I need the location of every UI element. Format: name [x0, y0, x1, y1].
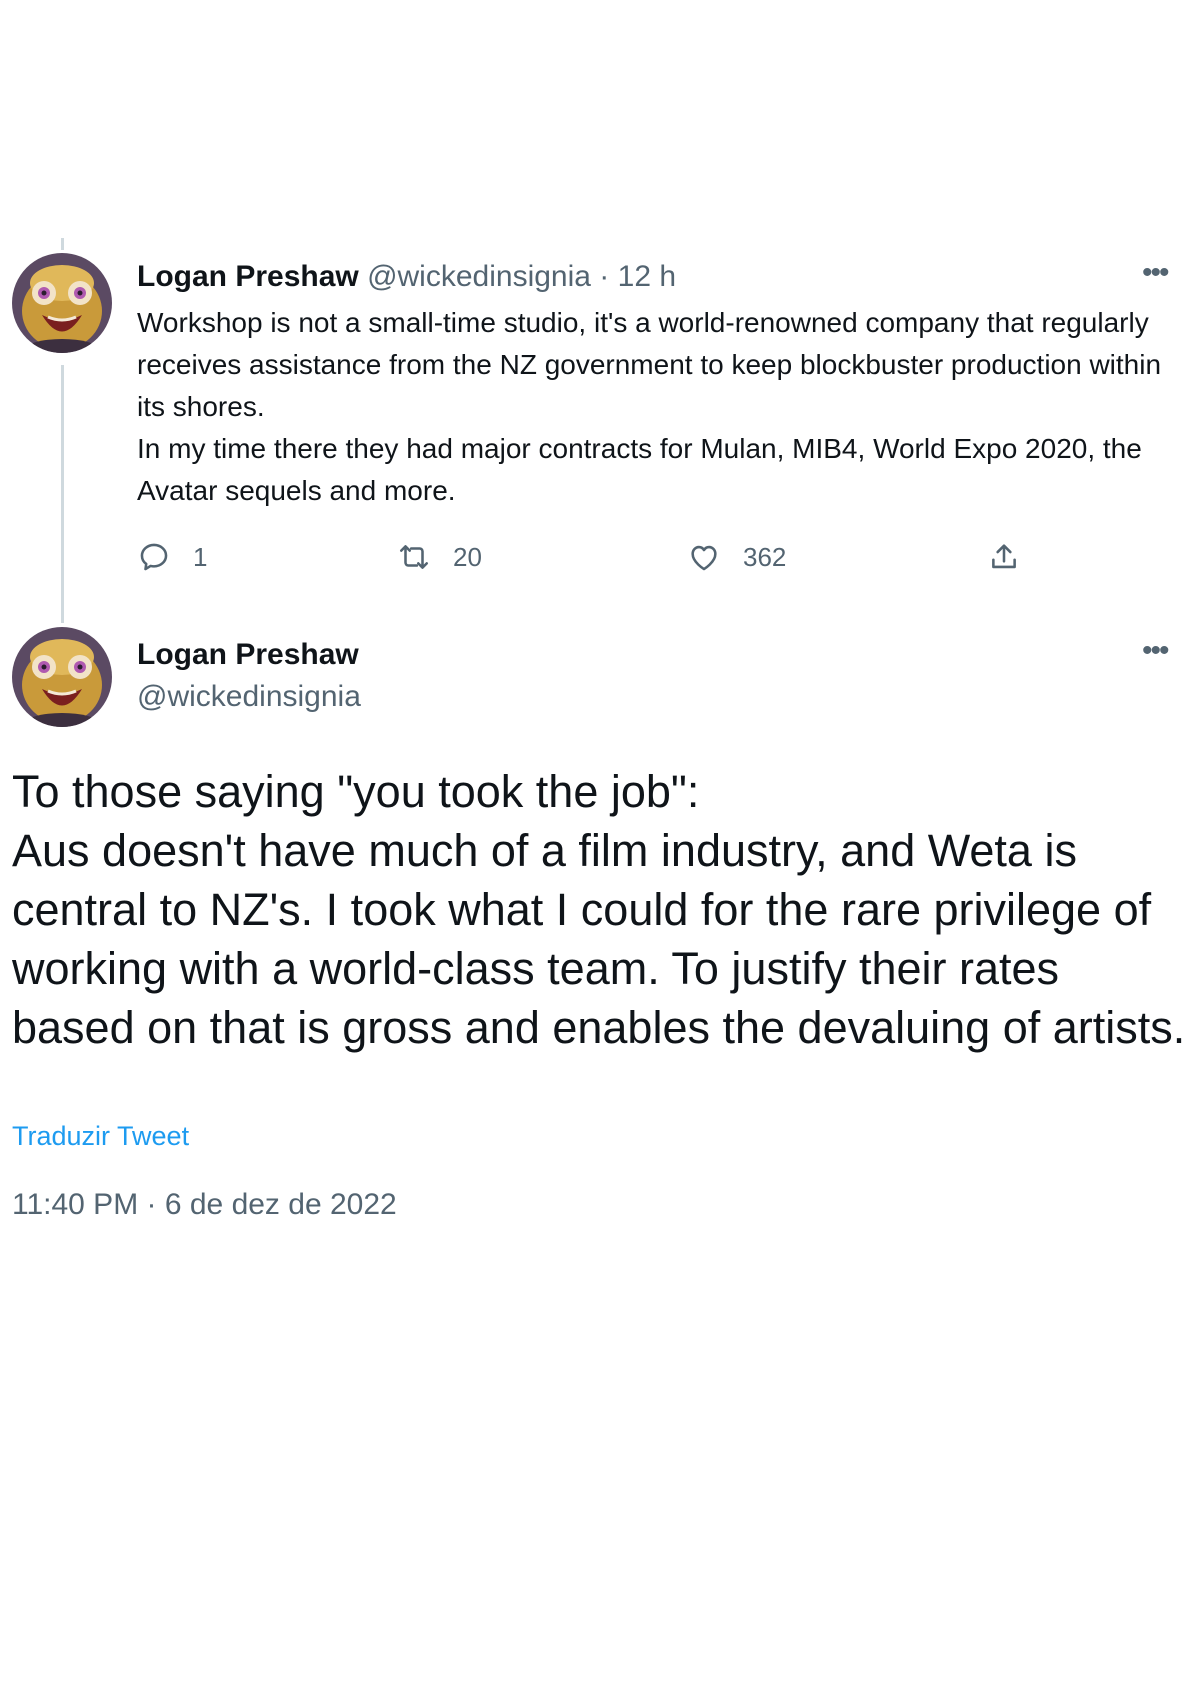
main-tweet-text: To those saying "you took the job": Aus …: [12, 762, 1192, 1057]
like-count: 362: [743, 541, 787, 572]
share-icon: [992, 544, 1016, 569]
like-button[interactable]: 362: [687, 540, 786, 574]
share-button[interactable]: [987, 540, 1021, 574]
reply-button[interactable]: 1: [137, 540, 207, 574]
separator: ·: [599, 260, 610, 293]
retweet-button[interactable]: 20: [397, 540, 482, 574]
time-ago[interactable]: 12 h: [618, 260, 676, 293]
reply-text-line: Workshop is not a small-time studio, it'…: [137, 307, 1162, 422]
thread-line: [61, 365, 64, 623]
author-name[interactable]: Logan Preshaw: [137, 260, 359, 293]
more-horizontal-icon[interactable]: •••: [1142, 636, 1169, 666]
reply-tweet-header: Logan Preshaw @wickedinsignia · 12 h: [137, 258, 676, 296]
reply-tweet-text: Workshop is not a small-time studio, it'…: [137, 302, 1182, 512]
tweet-timestamp[interactable]: 11:40 PM · 6 de dez de 2022: [12, 1188, 397, 1222]
avatar[interactable]: [12, 253, 112, 353]
main-tweet-header: Logan Preshaw @wickedinsignia: [137, 634, 361, 718]
translate-tweet-link[interactable]: Traduzir Tweet: [12, 1121, 189, 1152]
reply-text-line: In my time there they had major contract…: [137, 433, 1142, 506]
reply-count: 1: [193, 541, 208, 572]
author-handle[interactable]: @wickedinsignia: [367, 260, 591, 293]
retweet-count: 20: [453, 541, 482, 572]
like-icon: [691, 545, 717, 571]
main-text-line: To those saying "you took the job":: [12, 766, 700, 817]
avatar[interactable]: [12, 627, 112, 727]
author-name[interactable]: Logan Preshaw: [137, 634, 361, 676]
more-horizontal-icon[interactable]: •••: [1142, 258, 1169, 288]
reply-icon: [140, 543, 168, 571]
retweet-icon: [399, 545, 429, 569]
main-text-line: Aus doesn't have much of a film industry…: [12, 825, 1186, 1053]
author-handle[interactable]: @wickedinsignia: [137, 676, 361, 718]
thread-line-top: [61, 238, 64, 250]
